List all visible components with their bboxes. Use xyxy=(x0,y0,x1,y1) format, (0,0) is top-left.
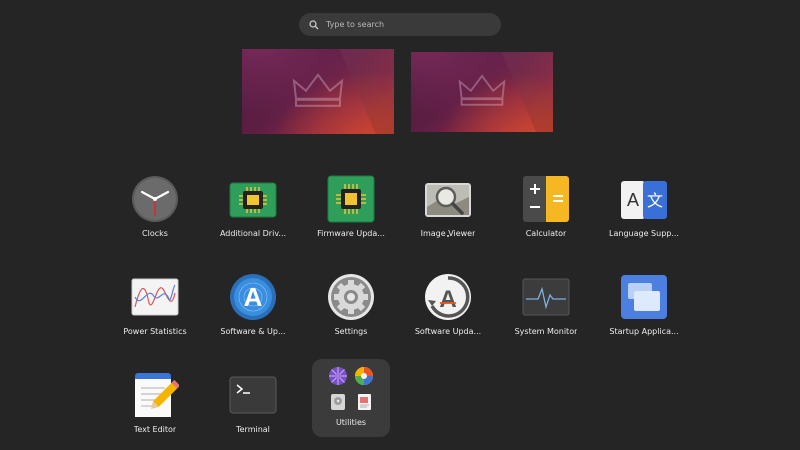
disk-usage-icon xyxy=(327,365,349,387)
app-settings[interactable]: Settings xyxy=(306,268,396,348)
svg-text:A: A xyxy=(627,190,639,210)
disk-analyzer-icon xyxy=(353,365,375,387)
terminal-icon xyxy=(229,371,277,419)
app-label: Software Upda... xyxy=(414,327,482,336)
search-bar[interactable] xyxy=(299,13,501,36)
folder-preview-grid xyxy=(327,365,375,413)
app-startup-applications[interactable]: Startup Applica... xyxy=(599,268,689,348)
app-label: Clocks xyxy=(142,229,168,238)
windows-stack-icon xyxy=(620,273,668,321)
calculator-icon xyxy=(522,175,570,223)
app-text-editor[interactable]: Text Editor xyxy=(110,366,200,446)
document-viewer-icon xyxy=(353,391,375,413)
software-store-icon: A xyxy=(229,273,277,321)
app-software-updater[interactable]: A Software Upda... xyxy=(403,268,493,348)
app-software-updates[interactable]: A Software & Up... xyxy=(208,268,298,348)
app-label: Software & Up... xyxy=(220,327,286,336)
app-label: Power Statistics xyxy=(123,327,187,336)
magnifier-photo-icon xyxy=(424,175,472,223)
svg-text:A: A xyxy=(439,286,456,313)
app-system-monitor[interactable]: System Monitor xyxy=(501,268,591,348)
crown-logo-icon xyxy=(458,74,506,106)
app-language-support[interactable]: A 文 Language Supp... xyxy=(599,170,689,250)
app-folder-utilities[interactable]: Utilities xyxy=(312,359,390,437)
app-label: Additional Driv... xyxy=(219,229,287,238)
notepad-pencil-icon xyxy=(131,371,180,419)
app-label: Terminal xyxy=(236,425,270,434)
search-icon xyxy=(307,18,321,32)
clock-icon xyxy=(131,175,179,223)
crown-logo-icon xyxy=(292,72,344,107)
firmware-chip-icon xyxy=(327,175,375,223)
workspace-thumbnail-1[interactable] xyxy=(242,49,394,134)
app-label: Utilities xyxy=(335,418,367,427)
app-clocks[interactable]: Clocks xyxy=(110,170,200,250)
app-label: Startup Applica... xyxy=(609,327,679,336)
app-label: Language Supp... xyxy=(609,229,679,238)
svg-text:文: 文 xyxy=(647,191,663,210)
app-label: Firmware Upda... xyxy=(317,229,385,238)
language-icon: A 文 xyxy=(620,175,668,223)
graph-chart-icon xyxy=(131,273,179,321)
app-label: Text Editor xyxy=(133,425,177,434)
gear-icon xyxy=(327,273,375,321)
updater-icon: A xyxy=(424,273,472,321)
disks-icon xyxy=(327,391,349,413)
chip-icon xyxy=(229,175,277,223)
app-terminal[interactable]: Terminal xyxy=(208,366,298,446)
app-power-statistics[interactable]: Power Statistics xyxy=(110,268,200,348)
running-indicator xyxy=(447,235,449,237)
app-additional-drivers[interactable]: Additional Driv... xyxy=(208,170,298,250)
search-input[interactable] xyxy=(326,20,486,29)
svg-text:A: A xyxy=(244,282,263,312)
app-calculator[interactable]: Calculator xyxy=(501,170,591,250)
app-firmware-updater[interactable]: Firmware Upda... xyxy=(306,170,396,250)
app-label: System Monitor xyxy=(514,327,578,336)
workspace-thumbnail-2[interactable] xyxy=(411,52,553,132)
app-label: Settings xyxy=(334,327,368,336)
pulse-monitor-icon xyxy=(522,273,570,321)
app-label: Calculator xyxy=(525,229,567,238)
app-image-viewer[interactable]: Image Viewer xyxy=(403,170,493,250)
